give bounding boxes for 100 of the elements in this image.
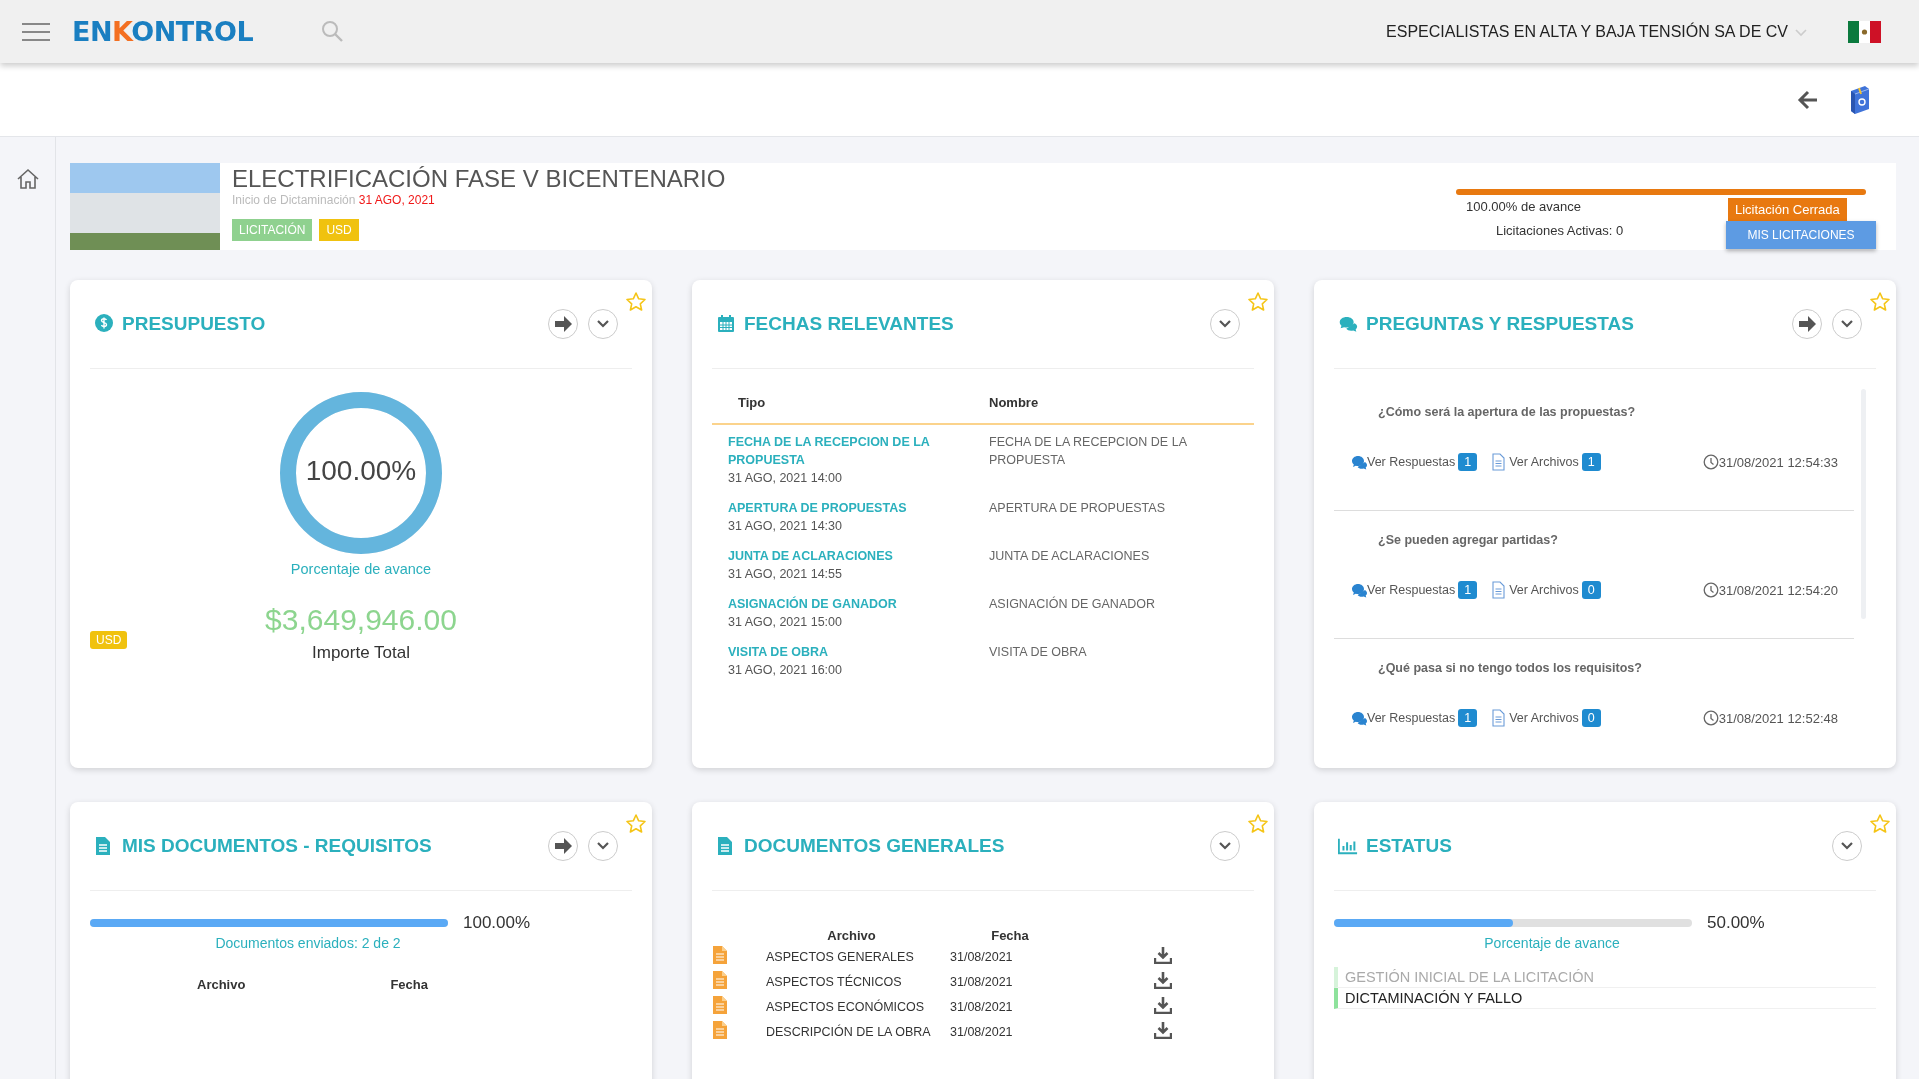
company-selector[interactable]: ESPECIALISTAS EN ALTA Y BAJA TENSIÓN SA DE CV	[1386, 22, 1788, 41]
download-icon[interactable]	[1153, 946, 1172, 964]
start-date-text: Inicio de Dictaminación 31 AGO, 2021	[232, 193, 436, 207]
arrow-right-icon	[554, 315, 572, 333]
column-header: Fecha	[390, 977, 428, 992]
card-title: MIS DOCUMENTOS - REQUISITOS	[122, 835, 432, 857]
count-badge: 1	[1458, 453, 1478, 471]
progress-caption: Documentos enviados: 2 de 2	[214, 935, 402, 951]
logo[interactable]: ENKONTROL	[72, 16, 254, 47]
view-files-link[interactable]: Ver Archivos	[1509, 711, 1579, 725]
chevron-down-icon	[1219, 320, 1231, 328]
donut-value: 100.00%	[304, 455, 418, 487]
column-header: Nombre	[983, 381, 1254, 424]
file-name: ASPECTOS TÉCNICOS	[766, 974, 902, 989]
timestamp: 31/08/2021 12:54:20	[1718, 582, 1838, 598]
progress-caption: Porcentaje de avance	[1483, 935, 1621, 951]
back-arrow-icon[interactable]	[1797, 88, 1819, 111]
star-icon[interactable]	[626, 814, 646, 834]
file-icon	[1492, 709, 1506, 727]
clock-icon	[1702, 710, 1719, 726]
forward-button[interactable]	[548, 309, 578, 339]
collapse-button[interactable]	[1832, 309, 1862, 339]
card-title: FECHAS RELEVANTES	[744, 313, 954, 335]
dollar-icon	[94, 314, 114, 334]
view-answers-link[interactable]: Ver Respuestas	[1367, 711, 1456, 725]
count-badge: 1	[1458, 581, 1478, 599]
project-title: ELECTRIFICACIÓN FASE V BICENTENARIO	[232, 165, 726, 193]
chevron-down-icon	[597, 842, 609, 850]
forward-button[interactable]	[548, 831, 578, 861]
star-icon[interactable]	[626, 292, 646, 312]
clock-icon	[1702, 582, 1719, 598]
bar-chart-icon	[1338, 836, 1358, 856]
view-files-link[interactable]: Ver Archivos	[1509, 583, 1579, 597]
clock-icon	[1702, 454, 1719, 470]
collapse-button[interactable]	[588, 309, 618, 339]
question-text: ¿Cómo será la apertura de las propuestas?	[1377, 405, 1637, 419]
view-answers-link[interactable]: Ver Respuestas	[1367, 583, 1456, 597]
chevron-down-icon	[1219, 842, 1231, 850]
column-header: Archivo	[826, 927, 877, 944]
event-date: 31 AGO, 2021 15:00	[728, 614, 843, 631]
file-icon	[1492, 581, 1506, 599]
chevron-down-icon	[1841, 842, 1853, 850]
star-icon[interactable]	[1870, 814, 1890, 834]
calendar-icon	[716, 314, 736, 334]
tag: USD	[319, 219, 359, 241]
count-badge: 1	[1458, 709, 1478, 727]
count-badge: 0	[1581, 709, 1601, 727]
document-icon	[713, 1021, 727, 1039]
download-icon[interactable]	[1153, 971, 1172, 989]
menu-icon[interactable]	[22, 21, 50, 42]
column-header: Fecha	[990, 927, 1030, 944]
active-count-text: Licitaciones Activas: 0	[1496, 223, 1624, 238]
progress-percent: 50.00%	[1707, 913, 1765, 933]
collapse-button[interactable]	[588, 831, 618, 861]
event-name: VISITA DE OBRA	[989, 644, 1088, 661]
event-date: 31 AGO, 2021 14:30	[728, 518, 843, 535]
file-date: 31/08/2021	[950, 974, 1013, 989]
status-stage: GESTIÓN INICIAL DE LA LICITACIÓN	[1334, 967, 1876, 988]
arrow-right-icon	[1798, 315, 1816, 333]
event-date: 31 AGO, 2021 16:00	[728, 662, 843, 679]
star-icon[interactable]	[1870, 292, 1890, 312]
progress-percent: 100.00%	[463, 913, 531, 933]
view-files-link[interactable]: Ver Archivos	[1509, 455, 1579, 469]
event-name: APERTURA DE PROPUESTAS	[989, 500, 1166, 517]
currency-badge: USD	[90, 631, 128, 649]
download-icon[interactable]	[1153, 996, 1172, 1014]
document-icon	[713, 946, 727, 964]
collapse-button[interactable]	[1210, 831, 1240, 861]
collapse-button[interactable]	[1832, 831, 1862, 861]
file-name: ASPECTOS GENERALES	[766, 949, 914, 964]
document-icon	[713, 996, 727, 1014]
amount-label: Importe Total	[312, 643, 410, 663]
question-text: ¿Qué pasa si no tengo todos los requisitos?	[1377, 661, 1643, 675]
file-name: DESCRIPCIÓN DE LA OBRA	[766, 1024, 931, 1039]
count-badge: 1	[1581, 453, 1601, 471]
view-answers-link[interactable]: Ver Respuestas	[1367, 455, 1456, 469]
download-icon[interactable]	[1153, 1021, 1172, 1039]
timestamp: 31/08/2021 12:54:33	[1718, 454, 1838, 470]
forward-button[interactable]	[1792, 309, 1822, 339]
column-header: Archivo	[197, 977, 246, 992]
chat-icon	[1351, 710, 1367, 726]
count-badge: 0	[1581, 581, 1601, 599]
event-name: JUNTA DE ACLARACIONES	[989, 548, 1151, 565]
chart-caption: Porcentaje de avance	[290, 561, 432, 577]
card-title: ESTATUS	[1366, 835, 1452, 857]
column-header: Tipo	[712, 381, 983, 424]
card-title: PREGUNTAS Y RESPUESTAS	[1366, 313, 1634, 335]
card-title: PRESUPUESTO	[122, 313, 266, 335]
document-icon	[713, 971, 727, 989]
star-icon[interactable]	[1248, 814, 1268, 834]
card-title: DOCUMENTOS GENERALES	[744, 835, 1005, 857]
flag-icon[interactable]	[1848, 20, 1881, 43]
collapse-button[interactable]	[1210, 309, 1240, 339]
file-icon	[1492, 453, 1506, 471]
tag: LICITACIÓN	[232, 219, 313, 241]
chat-icon	[1351, 454, 1367, 470]
arrow-right-icon	[554, 837, 572, 855]
amount-text: $3,649,946.00	[265, 603, 457, 637]
star-icon[interactable]	[1248, 292, 1268, 312]
event-name: FECHA DE LA RECEPCION DE LA PROPUESTA	[989, 434, 1188, 469]
